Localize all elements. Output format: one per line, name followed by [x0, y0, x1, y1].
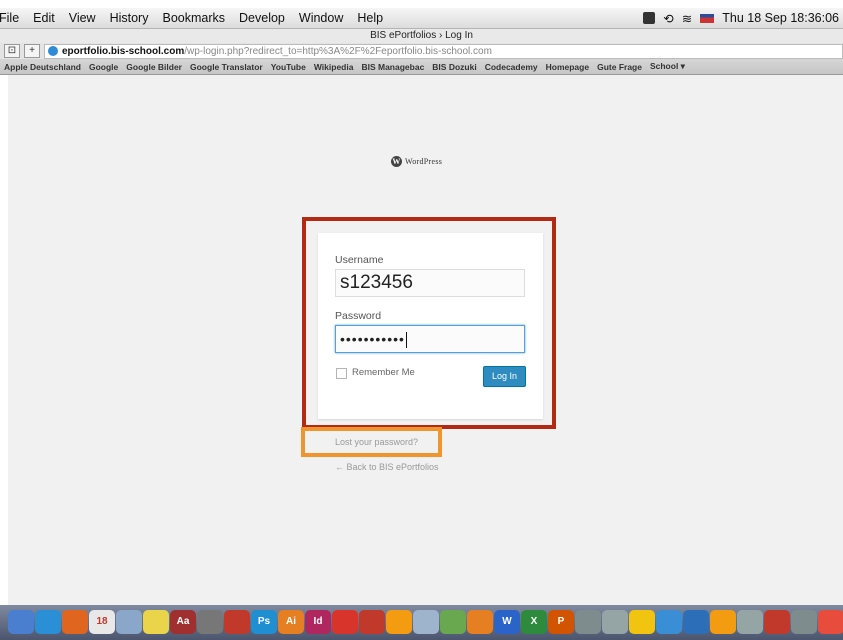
status-area: ⟲ ≋ Thu 18 Sep 18:36:06	[643, 8, 839, 28]
window-title: BIS ePortfolios › Log In	[0, 29, 843, 43]
new-tab-button[interactable]: +	[24, 44, 40, 58]
app-red-icon[interactable]	[332, 610, 358, 634]
address-bar[interactable]: eportfolio.bis-school.com /wp-login.php?…	[44, 43, 843, 59]
bookmark-folder[interactable]: School ▾	[646, 61, 689, 72]
bookmarks-bar: Apple Deutschland Google Google Bilder G…	[0, 59, 843, 75]
screen: File Edit View History Bookmarks Develop…	[0, 0, 843, 640]
bookmark-item[interactable]: YouTube	[267, 62, 310, 72]
indesign-icon[interactable]: Id	[305, 610, 331, 634]
safari-icon[interactable]	[35, 610, 61, 634]
garageband-icon[interactable]	[629, 610, 655, 634]
sidebar-toggle-icon[interactable]: ⊡	[4, 44, 20, 58]
itunes-icon[interactable]	[656, 610, 682, 634]
bookmark-item[interactable]: Wikipedia	[310, 62, 358, 72]
bookmark-item[interactable]: Codecademy	[481, 62, 542, 72]
menu-history[interactable]: History	[103, 11, 156, 25]
site-globe-icon	[48, 46, 58, 56]
password-label: Password	[335, 310, 382, 322]
app-photo-icon[interactable]	[575, 610, 601, 634]
finder-icon[interactable]	[8, 610, 34, 634]
app-orange-icon[interactable]	[386, 610, 412, 634]
excel-icon[interactable]: X	[521, 610, 547, 634]
dictionary-icon[interactable]: Aa	[170, 610, 196, 634]
photoshop-icon[interactable]: Ps	[251, 610, 277, 634]
vlc-icon[interactable]	[710, 610, 736, 634]
books-icon[interactable]	[224, 610, 250, 634]
wordpress-logo[interactable]: W WordPress	[391, 156, 442, 167]
powerpoint-icon[interactable]: P	[548, 610, 574, 634]
app-pencil-icon[interactable]	[791, 610, 817, 634]
app-search-icon[interactable]	[683, 610, 709, 634]
word-icon[interactable]: W	[494, 610, 520, 634]
back-to-site-link[interactable]: ← Back to BIS ePortfolios	[335, 462, 439, 472]
menu-view[interactable]: View	[62, 11, 103, 25]
bookmark-item[interactable]: BIS Dozuki	[428, 62, 480, 72]
remember-me-label[interactable]: Remember Me	[352, 367, 415, 378]
app-chart-icon[interactable]	[440, 610, 466, 634]
status-app-icon[interactable]	[643, 12, 656, 24]
time-machine-icon[interactable]: ⟲	[663, 11, 673, 26]
input-flag-icon[interactable]	[700, 13, 715, 23]
menu-help[interactable]: Help	[350, 11, 390, 25]
menu-window[interactable]: Window	[292, 11, 350, 25]
username-value: s123456	[340, 272, 413, 293]
wordpress-icon: W	[391, 156, 402, 167]
lost-password-link[interactable]: Lost your password?	[335, 437, 418, 447]
url-row: ⊡ + eportfolio.bis-school.com /wp-login.…	[0, 43, 843, 59]
acrobat-icon[interactable]	[764, 610, 790, 634]
password-input[interactable]: •••••••••••	[335, 325, 525, 353]
calendar-icon[interactable]: 18	[89, 610, 115, 634]
bookmark-item[interactable]: Homepage	[542, 62, 593, 72]
menubar-clock[interactable]: Thu 18 Sep 18:36:06	[722, 11, 839, 25]
wifi-icon[interactable]: ≋	[682, 11, 692, 26]
preview-icon[interactable]	[116, 610, 142, 634]
menu-bookmarks[interactable]: Bookmarks	[155, 11, 232, 25]
app-red2-icon[interactable]	[359, 610, 385, 634]
username-label: Username	[335, 254, 384, 266]
menu-file[interactable]: File	[0, 11, 26, 25]
firefox-icon[interactable]	[62, 610, 88, 634]
password-value: •••••••••••	[340, 331, 405, 347]
dock-icons: 18 Aa Ps Ai Id W X P	[8, 608, 843, 636]
bookmark-item[interactable]: BIS Managebac	[357, 62, 428, 72]
remember-me-checkbox[interactable]	[336, 368, 347, 379]
stickies-icon[interactable]	[143, 610, 169, 634]
app-star-icon[interactable]	[602, 610, 628, 634]
url-host: eportfolio.bis-school.com	[62, 45, 185, 57]
menu-develop[interactable]: Develop	[232, 11, 292, 25]
bookmark-item[interactable]: Apple Deutschland	[0, 62, 85, 72]
app-pen-icon[interactable]	[413, 610, 439, 634]
menu-edit[interactable]: Edit	[26, 11, 62, 25]
login-button[interactable]: Log In	[483, 366, 526, 387]
url-path: /wp-login.php?redirect_to=http%3A%2F%2Fe…	[184, 45, 492, 57]
menubar: File Edit View History Bookmarks Develop…	[0, 8, 843, 29]
username-input[interactable]: s123456	[335, 269, 525, 297]
bookmark-item[interactable]: Google	[85, 62, 122, 72]
highlight-login-box	[302, 217, 556, 429]
app-tool-icon[interactable]	[818, 610, 843, 634]
app-web-icon[interactable]	[467, 610, 493, 634]
wordpress-logo-text: WordPress	[405, 157, 443, 166]
bookmark-item[interactable]: Google Bilder	[122, 62, 186, 72]
bookmark-item[interactable]: Gute Frage	[593, 62, 646, 72]
bookmark-item[interactable]: Google Translator	[186, 62, 267, 72]
top-strip	[0, 0, 843, 8]
text-caret	[405, 332, 407, 349]
illustrator-icon[interactable]: Ai	[278, 610, 304, 634]
calculator-icon[interactable]	[197, 610, 223, 634]
app-photos-icon[interactable]	[737, 610, 763, 634]
